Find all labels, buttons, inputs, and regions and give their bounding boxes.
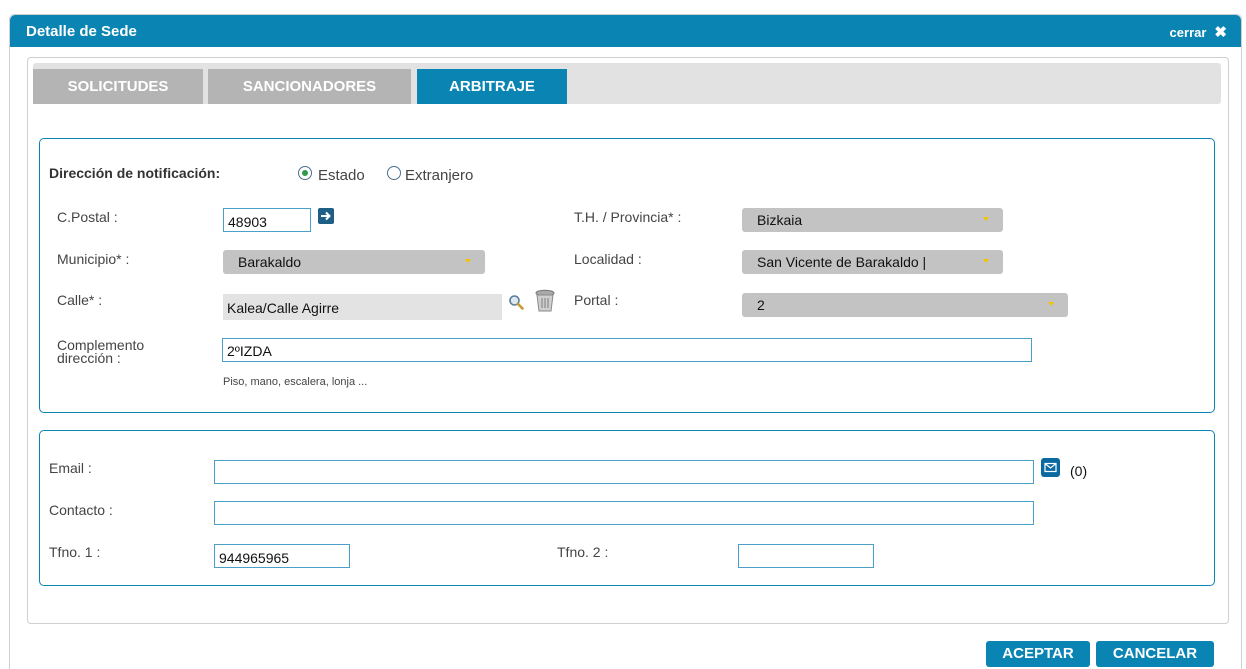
email-count: (0) (1070, 463, 1088, 479)
cancel-button[interactable]: CANCELAR (1096, 641, 1214, 667)
complemento-hint: Piso, mano, escalera, lonja ... (223, 376, 368, 388)
portal-value: 2 (757, 297, 765, 313)
tab-arbitraje[interactable]: ARBITRAJE (417, 69, 567, 104)
email-icon[interactable] (1041, 458, 1060, 477)
radio-estado[interactable] (298, 166, 312, 180)
localidad-select[interactable]: San Vicente de Barakaldo | (742, 250, 1003, 274)
cpostal-input[interactable] (223, 208, 311, 232)
content-panel: SOLICITUDES SANCIONADORES ARBITRAJE Dire… (27, 57, 1229, 624)
provincia-select[interactable]: Bizkaia (742, 208, 1003, 232)
accept-button[interactable]: ACEPTAR (986, 641, 1090, 667)
close-label: cerrar (1169, 25, 1207, 40)
contacto-input[interactable] (214, 501, 1034, 525)
address-heading: Dirección de notificación: (49, 165, 221, 181)
portal-select[interactable]: 2 (742, 293, 1068, 317)
radio-extranjero-label: Extranjero (405, 167, 474, 184)
chevron-down-icon (1048, 302, 1054, 306)
contacto-label: Contacto : (49, 502, 113, 518)
chevron-down-icon (983, 217, 989, 221)
arrow-right-icon[interactable] (318, 208, 334, 224)
portal-label: Portal : (574, 292, 619, 308)
radio-estado-label: Estado (318, 167, 365, 184)
tfno1-input[interactable] (214, 544, 350, 568)
email-label: Email : (49, 460, 92, 476)
tab-sancionadores[interactable]: SANCIONADORES (208, 69, 411, 104)
calle-label: Calle* : (57, 292, 103, 308)
email-input[interactable] (214, 460, 1034, 484)
dialog-titlebar: Detalle de Sede cerrar ✖ (10, 15, 1241, 47)
trash-icon[interactable] (534, 289, 556, 313)
complemento-label-line2: dirección : (57, 350, 121, 366)
close-button[interactable]: cerrar ✖ (1170, 23, 1227, 41)
municipio-select[interactable]: Barakaldo (223, 250, 485, 274)
provincia-label: T.H. / Provincia* : (574, 209, 682, 225)
tab-bar: SOLICITUDES SANCIONADORES ARBITRAJE (33, 63, 1221, 104)
provincia-value: Bizkaia (757, 212, 803, 228)
tfno1-label: Tfno. 1 : (49, 544, 101, 560)
tfno2-label: Tfno. 2 : (557, 544, 609, 560)
contact-section: Email : (0) Contacto : Tfno. 1 : Tfno. 2… (39, 430, 1215, 586)
close-icon[interactable]: ✖ (1214, 24, 1227, 41)
radio-extranjero[interactable] (387, 166, 401, 180)
address-section: Dirección de notificación: Estado Extran… (39, 138, 1215, 413)
chevron-down-icon (983, 259, 989, 263)
chevron-down-icon (465, 259, 471, 263)
tab-solicitudes[interactable]: SOLICITUDES (33, 69, 203, 104)
tfno2-input[interactable] (738, 544, 874, 568)
municipio-value: Barakaldo (238, 254, 302, 270)
complemento-label: Complemento dirección : (57, 338, 144, 366)
complemento-input[interactable] (222, 338, 1032, 362)
municipio-label: Municipio* : (57, 251, 130, 267)
search-icon[interactable] (508, 294, 524, 310)
localidad-label: Localidad : (574, 251, 642, 267)
calle-field[interactable]: Kalea/Calle Agirre (223, 294, 502, 320)
localidad-value: San Vicente de Barakaldo | (757, 254, 927, 270)
cpostal-label: C.Postal : (57, 209, 118, 225)
dialog-title: Detalle de Sede (26, 23, 137, 40)
sede-detail-dialog: Detalle de Sede cerrar ✖ SOLICITUDES SANC… (9, 14, 1242, 669)
